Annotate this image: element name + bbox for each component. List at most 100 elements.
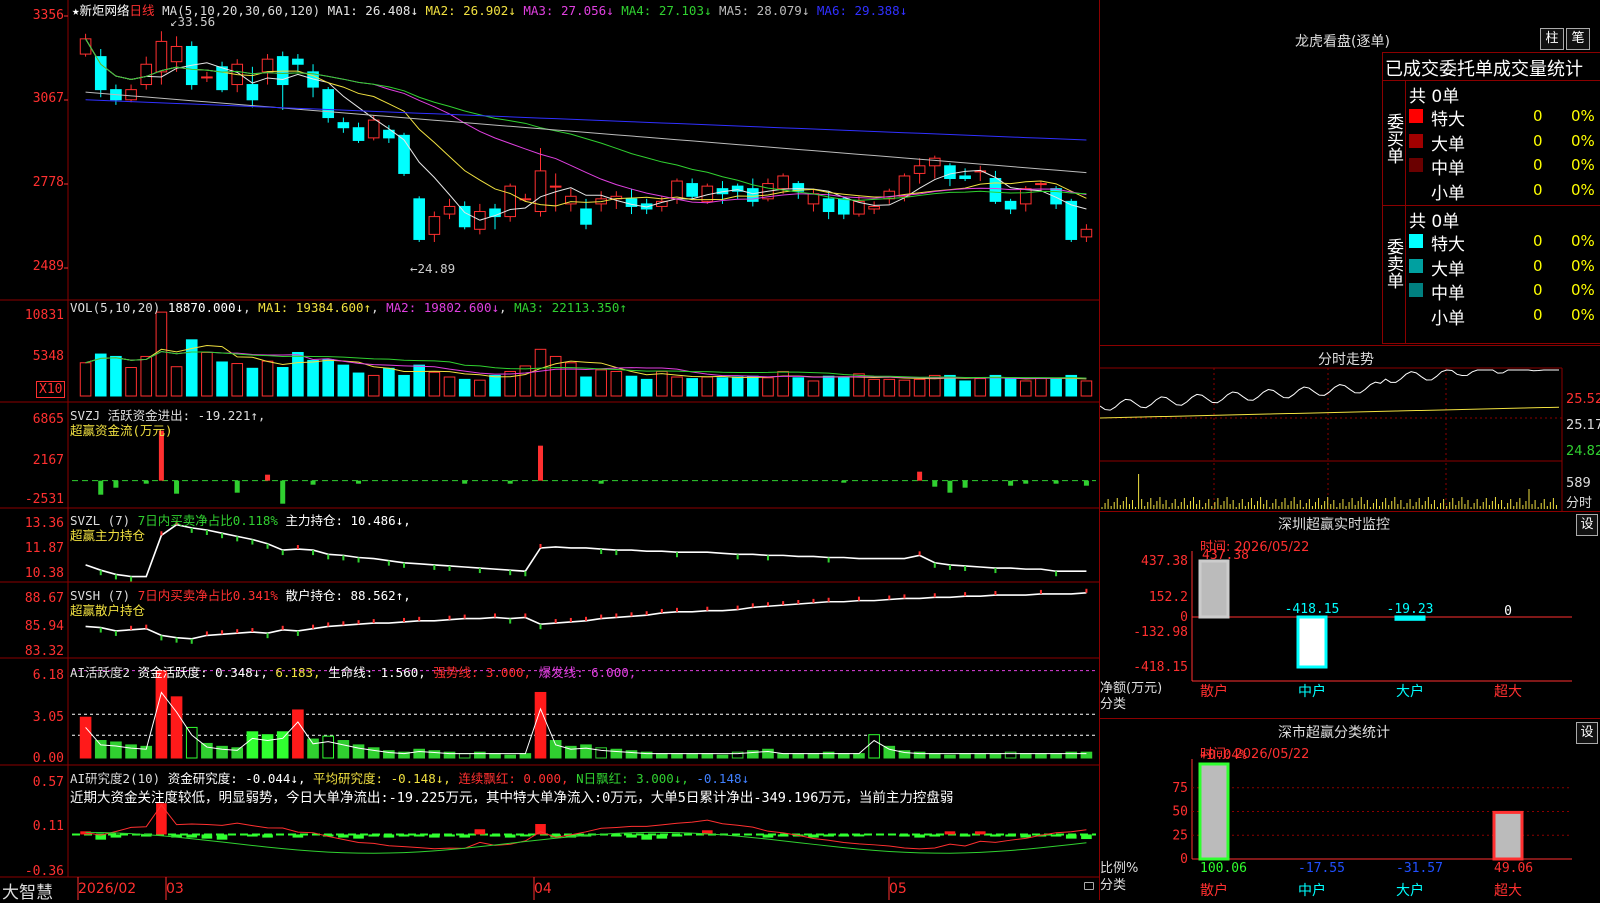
candle [292, 58, 304, 65]
ma-line [85, 99, 1087, 141]
classify-bar [1198, 762, 1230, 861]
candle [807, 193, 820, 205]
volume-bar [1019, 380, 1032, 397]
stat-table: 已成交委托单成交量统计 委买单 委卖单 共 0单 共 0单 特大 0 0% 大单 0 0%… [1382, 52, 1600, 344]
order-count: 0 [1533, 256, 1543, 275]
order-percent: 0% [1571, 232, 1595, 250]
svsh-y-tick: 83.32 [24, 644, 64, 659]
volume-bar [595, 369, 607, 397]
intraday-unit: 分时 [1566, 496, 1593, 511]
ai1-y-tick: 6.18 [32, 668, 64, 683]
main-chart-svg[interactable] [0, 0, 1099, 900]
volume-bar [534, 348, 547, 397]
candle [1035, 183, 1047, 186]
left-chart-area[interactable]: ★新炬网络日线 MA(5,10,20,30,60,120) MA1: 26.40… [0, 0, 1100, 903]
stat-title: 已成交委托单成交量统计 [1385, 59, 1583, 80]
fund-flow-bar [234, 480, 240, 493]
vol-y-tick: 10831 [24, 308, 64, 323]
order-color-swatch [1409, 234, 1423, 248]
lock-icon[interactable] [1084, 882, 1094, 890]
monitor-value-label: 437.38 [1202, 548, 1249, 563]
ma-line [85, 91, 1087, 174]
volume-bar [489, 374, 501, 397]
candle [458, 205, 471, 228]
research-bar [262, 834, 273, 838]
intraday-tick: 25.17 [1566, 418, 1600, 433]
volume-bar [701, 376, 714, 397]
activity-bar [231, 747, 244, 759]
period-label[interactable]: 日线 [130, 3, 155, 18]
order-percent: 0% [1571, 180, 1595, 199]
research-bar [914, 834, 925, 838]
candle [1080, 228, 1093, 238]
fund-flow-bar [1023, 480, 1029, 484]
volume-bar [352, 372, 365, 397]
intraday-panel[interactable]: 分时走势 25.52 25.17 24.82 589 分时 [1100, 345, 1600, 512]
stock-name[interactable]: 新炬网络 [80, 3, 130, 18]
monitor-value-label: 0 [1504, 604, 1512, 619]
research-bar [429, 834, 440, 838]
activity-bar [1050, 753, 1062, 759]
pen-toggle-button[interactable]: 笔 [1566, 28, 1590, 50]
monitor-category-label: 大户 [1396, 683, 1424, 700]
research-bar [974, 831, 986, 835]
volume-bar [731, 376, 744, 397]
activity-bar [883, 745, 896, 759]
candle [413, 198, 426, 240]
candle [155, 40, 168, 73]
svzl-y-tick: 11.87 [24, 541, 64, 556]
volume-bar [807, 380, 820, 397]
main-holding-line [85, 523, 1087, 578]
high-annotation: ↙33.56 [170, 14, 216, 29]
activity-bar [110, 741, 122, 759]
monitor-y-tick: 437.38 [1141, 554, 1188, 569]
research-bar [413, 834, 425, 837]
volume-bar [231, 363, 244, 397]
volume-bar [716, 377, 729, 397]
ma-value: MA3: 27.056↓ [523, 3, 622, 18]
volume-bar [110, 355, 122, 397]
candle [398, 134, 410, 174]
research-bar [777, 834, 789, 837]
intraday-price-line [1100, 369, 1559, 411]
classify-category-label: 中户 [1298, 882, 1326, 899]
activity-bar [716, 754, 729, 759]
classify-category-label: 超大 [1494, 883, 1522, 899]
svzj-y-tick: 2167 [32, 453, 64, 468]
activity-bar [1065, 751, 1078, 759]
brand-logo[interactable]: 大智慧 [2, 878, 53, 903]
volume-bar [777, 370, 789, 397]
classify-category-label: 散户 [1200, 882, 1228, 899]
svsh-subtitle: 超赢散户持仓 [70, 603, 146, 618]
volume-bar [125, 367, 137, 397]
activity-bar [656, 753, 668, 759]
candle [170, 45, 183, 63]
activity-bar [580, 744, 592, 759]
classify-chart-svg[interactable]: 75 50 25 0 +0.04% 100.06 散户 -17.55 中户 -31.57 大户 49.… [1100, 719, 1600, 900]
research-bar [990, 834, 1001, 837]
intraday-chart-svg[interactable] [1100, 346, 1600, 511]
candle [989, 178, 1002, 202]
bar-toggle-button[interactable]: 柱 [1540, 28, 1564, 50]
candle [580, 208, 592, 225]
activity-bar [246, 731, 259, 759]
ai2-y-tick: -0.36 [24, 864, 64, 879]
research-bar [292, 834, 304, 838]
volume-bar [261, 360, 274, 397]
candle [777, 175, 789, 190]
volume-bar [762, 377, 774, 397]
fund-flow-bar [841, 480, 847, 483]
research-bar [611, 834, 622, 837]
candle [276, 56, 289, 86]
research-bar [444, 834, 455, 837]
fund-flow-bar [265, 474, 271, 481]
candle [428, 216, 441, 235]
volume-bar [580, 376, 592, 397]
monitor-chart-svg[interactable]: 437.38152.20-132.98-418.15437.38散户-418.1… [1100, 511, 1600, 718]
order-percent: 0% [1571, 305, 1595, 324]
intraday-tick: 25.52 [1566, 392, 1600, 407]
sell-total: 共 0单 [1409, 212, 1460, 232]
ma-value: MA6: 29.388↓ [816, 3, 908, 18]
research-bar [1081, 834, 1092, 840]
volume-bar [170, 366, 183, 397]
